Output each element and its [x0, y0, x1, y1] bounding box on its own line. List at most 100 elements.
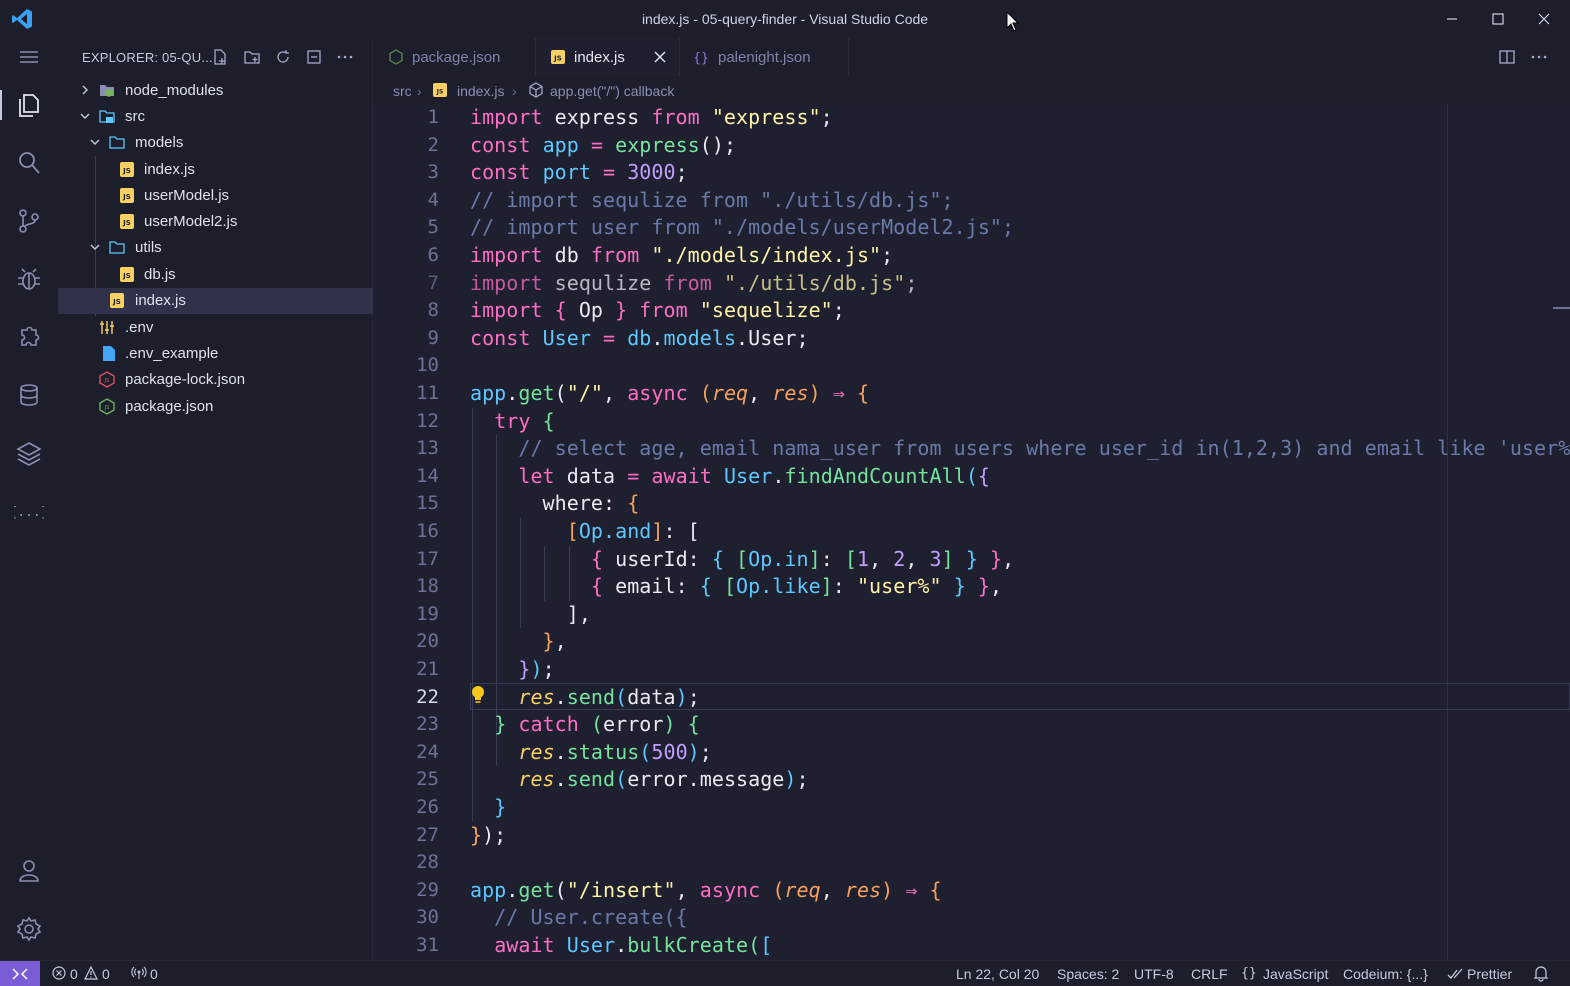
tree-item-env[interactable]: .env	[58, 315, 373, 341]
breadcrumb-symbol[interactable]: app.get("/") callback	[550, 83, 674, 99]
cursor-position[interactable]: Ln 22, Col 20	[956, 966, 1039, 982]
tree-item-models-index-js[interactable]: JS index.js	[58, 157, 373, 183]
menu-hamburger-icon[interactable]	[14, 42, 44, 72]
tree-item-label: .env	[125, 319, 154, 336]
tree-item-src-index-js[interactable]: JS index.js	[58, 288, 373, 314]
explorer-title: EXPLORER: 05-QU...	[82, 50, 213, 65]
svg-text:JS: JS	[104, 405, 110, 411]
collapse-all-icon[interactable]	[305, 48, 323, 66]
error-icon[interactable]	[52, 966, 66, 980]
code-line: 19 ],	[373, 601, 1570, 629]
nodejs-icon: JS	[99, 398, 115, 415]
explorer-files-icon[interactable]	[14, 90, 44, 120]
line-number: 16	[416, 520, 439, 542]
codeium-status[interactable]: Codeium: {...}	[1343, 966, 1428, 982]
codeium-braces-icon[interactable]: {...}	[9, 496, 48, 526]
title-bar: index.js - 05-query-finder - Visual Stud…	[0, 0, 1570, 38]
tree-item-label: userModel2.js	[144, 213, 238, 230]
line-number: 11	[416, 382, 439, 404]
error-count[interactable]: 0	[70, 966, 78, 982]
line-number: 5	[427, 216, 439, 239]
extensions-puzzle-icon[interactable]	[14, 322, 44, 352]
code-line: 16 [Op.and]: [	[373, 518, 1570, 546]
lightbulb-icon[interactable]	[470, 685, 486, 705]
npm-lock-icon: JS	[99, 371, 115, 388]
tree-item-env-example[interactable]: .env_example	[58, 341, 373, 367]
more-actions-icon[interactable]	[1530, 48, 1548, 66]
code-line: 6 import db from "./models/index.js";	[373, 242, 1570, 270]
code-line: 30 // User.create({	[373, 904, 1570, 932]
symbol-method-icon	[529, 82, 543, 98]
tree-item-label: models	[135, 134, 184, 151]
tree-item-db-js[interactable]: JS db.js	[58, 262, 373, 288]
active-indicator	[0, 90, 2, 120]
svg-text:JS: JS	[112, 298, 121, 306]
database-icon[interactable]	[14, 380, 44, 410]
mouse-cursor-icon	[1006, 11, 1020, 32]
end-of-line[interactable]: CRLF	[1191, 966, 1228, 982]
search-icon[interactable]	[14, 148, 44, 178]
prettier-status[interactable]: Prettier	[1467, 966, 1512, 982]
more-actions-icon[interactable]	[336, 48, 354, 66]
warning-count[interactable]: 0	[102, 966, 110, 982]
breadcrumb-file[interactable]: index.js	[457, 83, 504, 99]
tree-item-package-lock-json[interactable]: JS package-lock.json	[58, 367, 373, 393]
tree-item-usermodel-js[interactable]: JS userModel.js	[58, 183, 373, 209]
tree-item-label: .env_example	[125, 345, 219, 362]
tab-label: package.json	[412, 49, 501, 66]
layers-icon[interactable]	[14, 438, 44, 468]
line-number: 19	[416, 602, 439, 625]
code-line: 1 import express from "express";	[373, 104, 1570, 132]
run-debug-icon[interactable]	[14, 264, 44, 294]
code-line: 18 { email: { [Op.like]: "user%" } },	[373, 573, 1570, 601]
maximize-icon[interactable]	[1487, 8, 1509, 30]
code-line: 12 try {	[373, 408, 1570, 436]
code-editor[interactable]: 1 import express from "express"; 2 const a…	[373, 104, 1570, 960]
tab-divider	[848, 38, 849, 76]
tree-item-utils[interactable]: utils	[58, 235, 373, 261]
folder-open-icon	[109, 136, 125, 149]
encoding[interactable]: UTF-8	[1134, 966, 1174, 982]
node-modules-folder-icon	[100, 85, 114, 97]
chevron-right-icon: ›	[417, 83, 422, 99]
tree-item-models[interactable]: models	[58, 130, 373, 156]
ports-broadcast-icon[interactable]	[131, 966, 147, 980]
js-file-icon: JS	[120, 267, 134, 282]
env-settings-icon	[100, 321, 114, 334]
minimize-icon[interactable]	[1441, 8, 1463, 30]
svg-text:JS: JS	[436, 89, 444, 96]
close-window-icon[interactable]	[1533, 8, 1555, 30]
breadcrumb-folder[interactable]: src	[393, 83, 412, 99]
line-number: 13	[416, 437, 439, 460]
code-line: 25 res.send(error.message);	[373, 766, 1570, 794]
new-folder-icon[interactable]	[243, 48, 261, 66]
tree-item-src[interactable]: src	[58, 104, 373, 130]
tree-item-usermodel2-js[interactable]: JS userModel2.js	[58, 209, 373, 235]
source-control-icon[interactable]	[14, 206, 44, 236]
tree-item-package-json[interactable]: JS package.json	[58, 394, 373, 420]
close-tab-icon[interactable]	[653, 50, 667, 64]
tab-package-json[interactable]: package.json	[373, 38, 535, 76]
explorer-sidebar: EXPLORER: 05-QU... node_modules src mode…	[58, 38, 373, 960]
settings-gear-icon[interactable]	[14, 914, 44, 944]
indentation[interactable]: Spaces: 2	[1057, 966, 1119, 982]
tree-item-node-modules[interactable]: node_modules	[58, 78, 373, 104]
accounts-icon[interactable]	[14, 856, 44, 886]
new-file-icon[interactable]	[211, 48, 229, 66]
language-mode[interactable]: JavaScript	[1263, 966, 1328, 982]
window-title: index.js - 05-query-finder - Visual Stud…	[641, 11, 929, 27]
remote-icon	[12, 968, 28, 980]
split-editor-icon[interactable]	[1498, 48, 1516, 66]
checks-icon	[1447, 968, 1463, 979]
svg-text:JS: JS	[122, 272, 131, 280]
ports-count[interactable]: 0	[150, 966, 158, 982]
tab-palenight-json[interactable]: {} palenight.json	[680, 38, 848, 76]
remote-button[interactable]	[0, 961, 40, 986]
line-number: 6	[427, 244, 439, 266]
refresh-icon[interactable]	[274, 48, 292, 66]
tab-index-js[interactable]: JS index.js	[536, 38, 679, 76]
notifications-bell-icon[interactable]	[1533, 965, 1549, 982]
tab-label: palenight.json	[718, 49, 811, 66]
warning-icon[interactable]	[84, 966, 98, 980]
language-braces-icon: {}	[1241, 966, 1257, 981]
